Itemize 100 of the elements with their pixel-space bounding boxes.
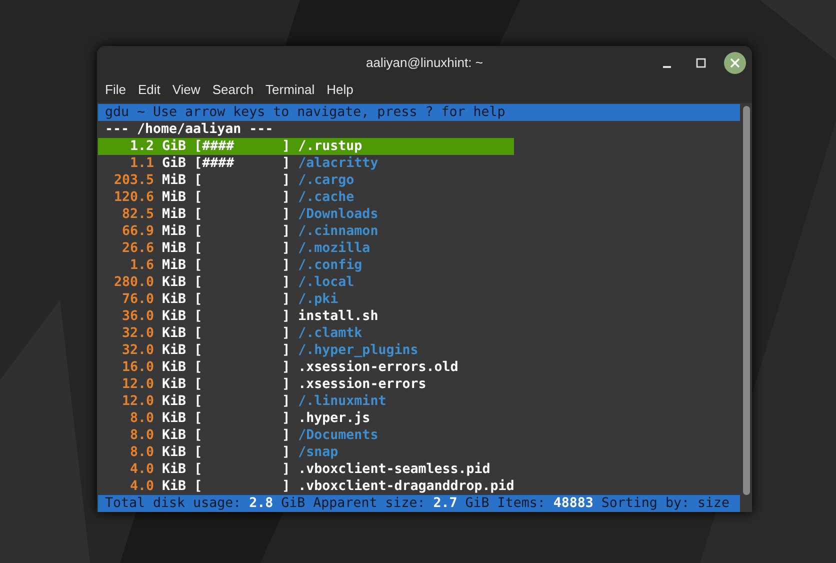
menu-item[interactable]: Edit <box>132 81 166 99</box>
usage-text: [ ] <box>194 274 290 291</box>
usage-text: [#### ] <box>194 138 290 155</box>
file-size: 1.6 <box>129 257 154 274</box>
file-name: .xsession-errors <box>298 376 426 393</box>
file-size: 82.5 <box>121 206 154 223</box>
file-name: install.sh <box>298 308 378 325</box>
file-size: 1.1 <box>129 155 154 172</box>
size-unit: KiB <box>162 393 186 410</box>
folder-name: /.rustup <box>298 138 362 155</box>
usage-text: [ ] <box>194 257 290 274</box>
file-size: 66.9 <box>121 223 154 240</box>
minimize-icon <box>663 66 671 68</box>
size-unit: KiB <box>162 359 186 376</box>
file-row[interactable]: 4.0 KiB [ ] .vboxclient-draganddrop.pid <box>98 478 514 495</box>
close-button[interactable] <box>724 52 746 74</box>
file-size: 4.0 <box>129 461 154 478</box>
size-unit: MiB <box>162 257 186 274</box>
size-unit: GiB <box>162 138 186 155</box>
file-row[interactable]: 66.9 MiB [ ] /.cinnamon <box>98 223 378 240</box>
folder-name: /Downloads <box>298 206 378 223</box>
file-row[interactable]: 203.5 MiB [ ] /.cargo <box>98 172 354 189</box>
file-row[interactable]: 32.0 KiB [ ] /.clamtk <box>98 325 362 342</box>
file-size: 120.6 <box>113 189 154 206</box>
file-row[interactable]: 26.6 MiB [ ] /.mozilla <box>98 240 370 257</box>
folder-name: /.hyper_plugins <box>298 342 418 359</box>
file-row[interactable]: 76.0 KiB [ ] /.pki <box>98 291 338 308</box>
menu-item[interactable]: File <box>99 81 132 99</box>
usage-text: [ ] <box>194 376 290 393</box>
usage-text: [ ] <box>194 444 290 461</box>
size-unit: MiB <box>162 189 186 206</box>
file-size: 32.0 <box>121 342 154 359</box>
current-path: --- /home/aaliyan --- <box>104 121 274 138</box>
file-size: 8.0 <box>129 410 154 427</box>
folder-name: /.linuxmint <box>298 393 386 410</box>
file-row[interactable]: 1.6 MiB [ ] /.config <box>98 257 362 274</box>
usage-text: [ ] <box>194 359 290 376</box>
usage-text: [ ] <box>194 478 290 495</box>
folder-name: /.local <box>298 274 354 291</box>
usage-text: [ ] <box>194 240 290 257</box>
file-size: 12.0 <box>121 376 154 393</box>
file-row[interactable]: 120.6 MiB [ ] /.cache <box>98 189 354 206</box>
menu-item[interactable]: Help <box>320 81 360 99</box>
folder-name: /alacritty <box>298 155 378 172</box>
folder-name: /.mozilla <box>298 240 370 257</box>
folder-name: /.cache <box>298 189 354 206</box>
file-row[interactable]: 12.0 KiB [ ] .xsession-errors <box>98 376 426 393</box>
file-name: .vboxclient-draganddrop.pid <box>298 478 514 495</box>
menu-item[interactable]: Search <box>206 81 260 99</box>
file-name: .xsession-errors.old <box>298 359 458 376</box>
size-unit: MiB <box>162 206 186 223</box>
size-unit: MiB <box>162 172 186 189</box>
folder-name: /.config <box>298 257 362 274</box>
file-row[interactable]: 280.0 KiB [ ] /.local <box>98 274 354 291</box>
folder-name: /.clamtk <box>298 325 362 342</box>
folder-name: /snap <box>298 444 338 461</box>
file-name: .vboxclient-seamless.pid <box>298 461 490 478</box>
file-row[interactable]: 8.0 KiB [ ] /Documents <box>98 427 378 444</box>
file-row[interactable]: 4.0 KiB [ ] .vboxclient-seamless.pid <box>98 461 490 478</box>
status-bar: Total disk usage: 2.8 GiB Apparent size: 2.7 GiB Items: 48883 Sorting by: size <box>98 495 740 512</box>
file-size: 32.0 <box>121 325 154 342</box>
file-size: 76.0 <box>121 291 154 308</box>
folder-name: /Documents <box>298 427 378 444</box>
menu-item[interactable]: View <box>166 81 206 99</box>
file-size: 8.0 <box>129 444 154 461</box>
file-row[interactable]: 8.0 KiB [ ] /snap <box>98 444 338 461</box>
help-bar: gdu ~ Use arrow keys to navigate, press ? for help <box>98 104 740 121</box>
usage-text: [ ] <box>194 223 290 240</box>
folder-name: /.cargo <box>298 172 354 189</box>
file-size: 36.0 <box>121 308 154 325</box>
usage-text: [ ] <box>194 325 290 342</box>
file-row[interactable]: 82.5 MiB [ ] /Downloads <box>98 206 378 223</box>
file-row[interactable]: 8.0 KiB [ ] .hyper.js <box>98 410 370 427</box>
usage-text: [ ] <box>194 427 290 444</box>
usage-text: [ ] <box>194 342 290 359</box>
file-size: 12.0 <box>121 393 154 410</box>
folder-name: /.pki <box>298 291 338 308</box>
size-unit: KiB <box>162 444 186 461</box>
file-row[interactable]: 16.0 KiB [ ] .xsession-errors.old <box>98 359 458 376</box>
size-unit: KiB <box>162 342 186 359</box>
window-title: aaliyan@linuxhint: ~ <box>366 55 483 70</box>
file-row[interactable]: 32.0 KiB [ ] /.hyper_plugins <box>98 342 418 359</box>
size-unit: GiB <box>162 155 186 172</box>
size-unit: KiB <box>162 478 186 495</box>
usage-text: [#### ] <box>194 155 290 172</box>
close-icon <box>729 57 741 69</box>
file-size: 8.0 <box>129 427 154 444</box>
menu-item[interactable]: Terminal <box>260 81 321 99</box>
usage-text: [ ] <box>194 393 290 410</box>
size-unit: KiB <box>162 410 186 427</box>
file-size: 16.0 <box>121 359 154 376</box>
size-unit: KiB <box>162 461 186 478</box>
file-row[interactable]: 1.1 GiB [#### ] /alacritty <box>98 155 378 172</box>
file-row[interactable]: 1.2 GiB [#### ] /.rustup <box>98 138 514 155</box>
file-name: .hyper.js <box>298 410 370 427</box>
size-unit: KiB <box>162 274 186 291</box>
file-row[interactable]: 12.0 KiB [ ] /.linuxmint <box>98 393 386 410</box>
file-size: 4.0 <box>129 478 154 495</box>
file-row[interactable]: 36.0 KiB [ ] install.sh <box>98 308 378 325</box>
maximize-icon <box>695 57 707 69</box>
